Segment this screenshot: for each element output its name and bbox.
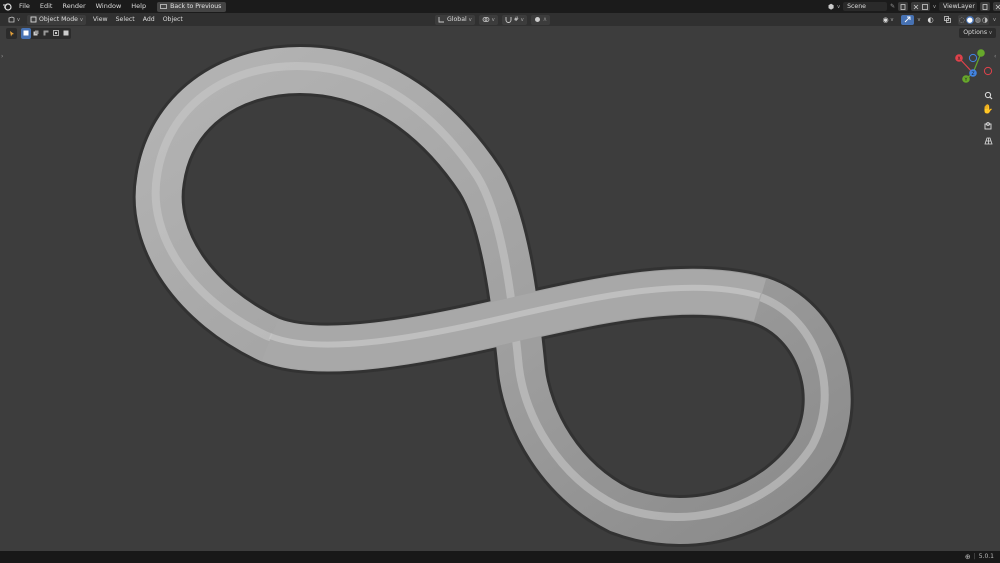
infinity-mesh-object[interactable]: [0, 26, 1000, 551]
transform-controls: Global v v # v ∧: [435, 14, 551, 25]
options-label: Options: [963, 29, 988, 36]
orientation-label: Global: [447, 16, 467, 23]
chevron-down-icon: v: [520, 16, 524, 23]
view-layer-icon: [920, 2, 930, 11]
separator: |: [973, 553, 976, 560]
back-to-previous-label: Back to Previous: [170, 3, 222, 10]
3d-view-icon: [8, 16, 15, 23]
gizmo-y-label: Y: [964, 77, 968, 83]
chevron-down-icon: v: [17, 16, 20, 23]
visibility-selector[interactable]: ◉ v: [879, 15, 896, 25]
globe-icon: ⊕: [964, 553, 971, 561]
xray-toggle[interactable]: [941, 15, 954, 25]
version-label: 5.0.1: [978, 553, 994, 560]
delete-view-layer-icon[interactable]: [992, 2, 1000, 11]
view-layer-selector[interactable]: v ViewLayer: [920, 0, 1000, 13]
header-menu-view[interactable]: View: [89, 16, 112, 23]
header-menu-object[interactable]: Object: [159, 16, 187, 23]
gizmo-z-label: Z: [971, 71, 974, 77]
snap-toggle[interactable]: # v: [501, 14, 527, 25]
new-scene-icon[interactable]: [898, 2, 909, 11]
chevron-down-icon: v: [837, 3, 841, 10]
blender-logo-icon[interactable]: [0, 0, 14, 13]
shading-mode-group: ◌ ● ◍ ◑: [957, 14, 990, 25]
version-info: ⊕ | 5.0.1: [965, 551, 994, 563]
gizmo-x-label: X: [957, 56, 960, 62]
viewport-header: v Object Mode v View Select Add Object G…: [0, 13, 1000, 26]
scene-icon: ⬢: [828, 2, 835, 11]
header-menu-add[interactable]: Add: [139, 16, 159, 23]
scene-selector[interactable]: ⬢ v Scene ✎: [828, 0, 922, 13]
select-subtract-icon[interactable]: [41, 28, 51, 39]
overlays-toggle[interactable]: ◐: [924, 15, 936, 25]
select-intersect-icon[interactable]: [61, 28, 71, 39]
select-invert-icon[interactable]: [51, 28, 61, 39]
overlays-icon: ◐: [927, 15, 934, 24]
top-menu-bar: File Edit Render Window Help Back to Pre…: [0, 0, 1000, 13]
3d-viewport[interactable]: › ‹: [0, 26, 1000, 551]
menu-file[interactable]: File: [14, 0, 35, 13]
selection-mode-group: [21, 27, 71, 39]
xray-icon: [943, 16, 951, 23]
pin-icon[interactable]: ✎: [890, 3, 895, 10]
gizmo-toggle[interactable]: [900, 14, 914, 25]
chevron-down-icon: v: [491, 16, 495, 23]
camera-icon: [984, 122, 991, 130]
chevron-down-icon[interactable]: v: [918, 17, 921, 23]
viewport-display-controls: ◉ v v ◐ ◌ ● ◍ ◑ v: [879, 14, 996, 25]
zoom-button[interactable]: [981, 88, 995, 102]
chevron-down-icon[interactable]: v: [993, 17, 996, 23]
material-shading-icon[interactable]: ◍: [975, 16, 981, 24]
select-new-icon[interactable]: [21, 27, 31, 39]
proportional-edit-icon: [534, 17, 540, 22]
view-layer-field[interactable]: ViewLayer: [938, 2, 977, 11]
mode-label: Object Mode: [38, 16, 78, 23]
camera-view-button[interactable]: [981, 119, 995, 133]
scene-name-field[interactable]: Scene: [843, 2, 888, 11]
select-extend-icon[interactable]: [31, 28, 41, 39]
editor-type-button[interactable]: v: [5, 15, 23, 25]
chevron-down-icon: v: [468, 16, 472, 23]
menu-window[interactable]: Window: [91, 0, 127, 13]
perspective-toggle-button[interactable]: [981, 134, 995, 148]
snap-grid-icon: #: [513, 16, 519, 23]
wireframe-shading-icon[interactable]: ◌: [959, 16, 965, 24]
chevron-down-icon: v: [79, 16, 83, 23]
hand-icon: ✋: [982, 105, 994, 115]
status-bar: ⊕ | 5.0.1: [0, 551, 1000, 563]
new-view-layer-icon[interactable]: [979, 2, 990, 11]
magnifier-icon: [984, 91, 992, 99]
pivot-selector[interactable]: v: [478, 14, 498, 25]
chevron-down-icon: v: [989, 30, 992, 36]
orientation-selector[interactable]: Global v: [435, 14, 475, 25]
link-icon: [482, 17, 490, 22]
chevron-down-icon: v: [933, 3, 936, 10]
proportional-edit-toggle[interactable]: ∧: [530, 14, 551, 25]
rendered-shading-icon[interactable]: ◑: [982, 16, 988, 24]
pan-button[interactable]: ✋: [981, 103, 995, 117]
falloff-icon: ∧: [542, 16, 548, 23]
solid-shading-icon[interactable]: ●: [965, 15, 974, 24]
chevron-down-icon: v: [890, 16, 894, 23]
gizmo-icon: [904, 16, 910, 23]
select-cursor-icon: [10, 30, 14, 36]
orientation-icon: [438, 17, 444, 23]
screen-icon: [160, 3, 167, 9]
tool-settings-row: [6, 27, 71, 39]
menu-edit[interactable]: Edit: [35, 0, 58, 13]
options-dropdown[interactable]: Options v: [959, 28, 996, 38]
mode-selector[interactable]: Object Mode v: [26, 14, 86, 25]
grid-perspective-icon: [983, 137, 993, 145]
back-to-previous-button[interactable]: Back to Previous: [157, 1, 227, 12]
header-menu-select[interactable]: Select: [112, 16, 139, 23]
navigation-gizmo[interactable]: X Z Y: [950, 46, 998, 86]
left-panel-toggle-icon[interactable]: ›: [1, 53, 3, 60]
menu-render[interactable]: Render: [57, 0, 90, 13]
magnet-icon: [505, 17, 512, 23]
menu-help[interactable]: Help: [126, 0, 151, 13]
active-tool-button[interactable]: [6, 27, 17, 39]
object-mode-icon: [30, 16, 37, 23]
eye-icon: ◉: [882, 15, 889, 24]
